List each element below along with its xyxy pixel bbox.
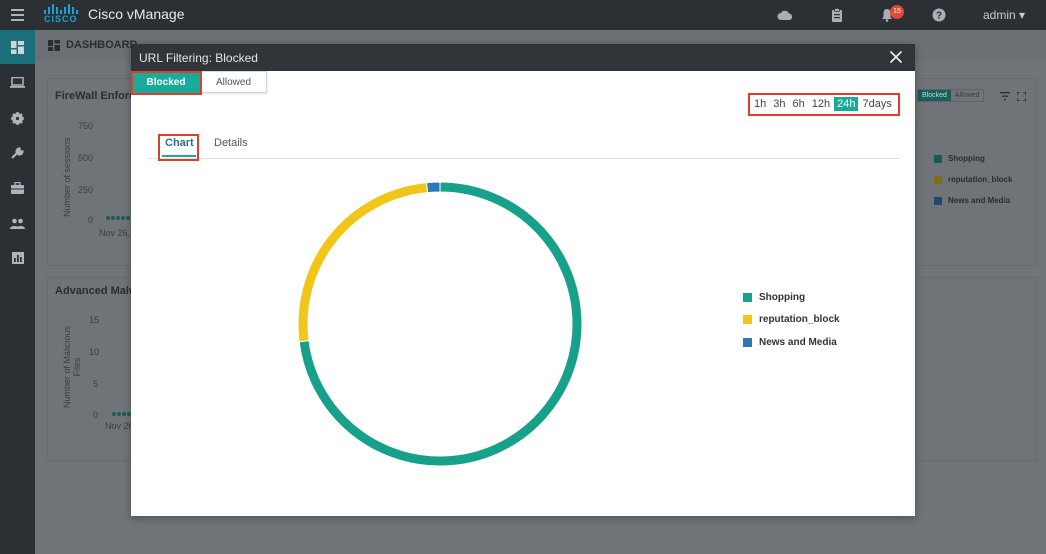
- nav-monitor[interactable]: [0, 65, 35, 99]
- bg-blocked-allowed-toggle: Blocked Allowed: [917, 89, 985, 102]
- legend-item-shopping[interactable]: Shopping: [743, 286, 840, 309]
- donut-chart: [297, 181, 583, 467]
- firewall-series: [106, 216, 130, 220]
- firewall-tick: 250: [78, 185, 94, 195]
- modal-title: URL Filtering: Blocked: [139, 51, 258, 65]
- time-range-24h[interactable]: 24h: [834, 97, 859, 111]
- cisco-logo: CISCO: [44, 4, 80, 26]
- blocked-button[interactable]: Blocked: [131, 71, 201, 93]
- legend-swatch: [743, 337, 752, 347]
- malware-tick: 15: [89, 315, 100, 325]
- firewall-ylabel: Number of sessions: [62, 137, 72, 217]
- view-tabs: Chart Details: [147, 135, 900, 159]
- clipboard-icon[interactable]: [830, 8, 844, 22]
- time-range-selector: 1h 3h 6h 12h 24h 7days: [749, 93, 897, 115]
- notification-badge[interactable]: 15: [890, 5, 904, 19]
- dashboard-title: DASHBOARD: [66, 39, 138, 51]
- malware-xtick: Nov 26: [105, 421, 134, 431]
- malware-tick: 5: [93, 379, 99, 389]
- nav-maintenance[interactable]: [0, 171, 35, 205]
- legend-item-news-and-media[interactable]: News and Media: [743, 331, 840, 354]
- chart-legend: Shopping reputation_block News and Media: [743, 286, 840, 354]
- firewall-panel-title: FireWall Enforc: [55, 90, 136, 102]
- time-range-1h[interactable]: 1h: [751, 97, 769, 111]
- donut-slice-reputation-block[interactable]: [297, 182, 429, 343]
- filter-icon: [1000, 92, 1010, 101]
- monitor-icon: [10, 76, 25, 88]
- blocked-allowed-toggle: Blocked Allowed: [131, 71, 267, 93]
- time-range-12h[interactable]: 12h: [809, 97, 833, 111]
- malware-panel-title: Advanced Malw: [55, 285, 138, 297]
- malware-tick: 0: [93, 410, 99, 420]
- bg-legend-item: reputation_block: [934, 175, 1012, 184]
- left-nav: [0, 30, 35, 554]
- user-menu[interactable]: admin ▾: [983, 8, 1025, 22]
- time-range-3h[interactable]: 3h: [770, 97, 788, 111]
- firewall-tick: 750: [78, 121, 94, 131]
- nav-configuration[interactable]: [0, 101, 35, 135]
- svg-text:?: ?: [936, 11, 942, 22]
- close-icon[interactable]: [889, 50, 903, 64]
- legend-swatch: [743, 292, 752, 302]
- analytics-icon: [11, 252, 24, 264]
- tab-chart[interactable]: Chart: [165, 137, 194, 149]
- bg-legend-item: Shopping: [934, 154, 985, 163]
- url-filtering-modal: URL Filtering: Blocked Blocked Allowed 1…: [131, 44, 915, 516]
- legend-label: Shopping: [759, 291, 806, 303]
- modal-header: URL Filtering: Blocked: [131, 44, 915, 71]
- expand-icon: [1017, 92, 1026, 101]
- firewall-tick: 500: [78, 153, 94, 163]
- dashboard-icon: [48, 40, 60, 51]
- bg-legend-item: News and Media: [934, 196, 1010, 205]
- help-icon[interactable]: ?: [932, 8, 946, 22]
- active-tab-indicator: [162, 155, 196, 157]
- malware-tick: 10: [89, 347, 100, 357]
- dashboard-icon: [11, 40, 24, 54]
- legend-label: reputation_block: [759, 314, 840, 326]
- firewall-xtick: Nov 26,: [99, 228, 131, 238]
- firewall-tick: 0: [88, 215, 94, 225]
- malware-ylabel: Number of Malicious Files: [62, 325, 82, 409]
- time-range-7days[interactable]: 7days: [859, 97, 894, 111]
- briefcase-icon: [11, 182, 24, 194]
- wrench-icon: [11, 146, 24, 159]
- time-range-6h[interactable]: 6h: [790, 97, 808, 111]
- cloud-icon[interactable]: [777, 8, 793, 22]
- legend-item-reputation-block[interactable]: reputation_block: [743, 309, 840, 332]
- legend-label: News and Media: [759, 336, 837, 348]
- nav-tools[interactable]: [0, 136, 35, 170]
- tab-details[interactable]: Details: [214, 137, 248, 149]
- users-icon: [10, 218, 25, 229]
- top-bar: CISCO Cisco vManage 15 ? admin ▾: [0, 0, 1046, 30]
- allowed-button[interactable]: Allowed: [201, 71, 267, 93]
- nav-dashboard[interactable]: [0, 30, 35, 64]
- hamburger-icon[interactable]: [11, 9, 24, 21]
- legend-swatch: [743, 315, 752, 325]
- nav-analytics[interactable]: [0, 241, 35, 275]
- app-title: Cisco vManage: [88, 6, 185, 22]
- gear-icon: [11, 111, 24, 125]
- nav-administration[interactable]: [0, 206, 35, 240]
- donut-slice-news-and-media[interactable]: [426, 181, 441, 194]
